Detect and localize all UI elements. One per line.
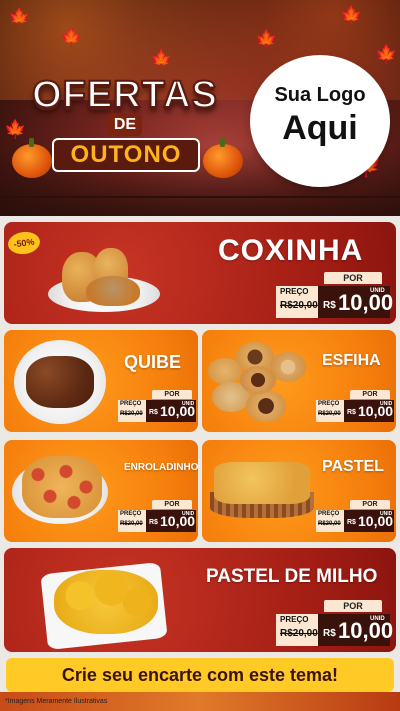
logo-text: Aqui [282,109,358,147]
esfiha-image [246,390,286,422]
currency-symbol: R$ [323,300,336,311]
pumpkin-icon [203,138,243,178]
currency-symbol: R$ [347,409,356,416]
enroladinho-image [22,456,102,518]
product-name: PASTEL DE MILHO [206,566,378,587]
price-tag: POR PREÇO R$20,00 R$ 10,00 UNID [316,390,394,424]
price-tag: POR PREÇO R$20,00 R$ 10,00 UNID [276,272,393,320]
maple-leaf-icon: 🍁 [8,7,31,27]
price-por-label: POR [350,500,390,509]
product-name: QUIBE [124,352,182,372]
product-card-enroladinho[interactable]: ENROLADINHO POR PREÇO R$20,00 R$ 10,00 U… [4,440,198,542]
esfiha-image [240,366,276,394]
product-card-esfiha[interactable]: ESFIHA POR PREÇO R$20,00 R$ 10,00 UNID [202,330,396,432]
price-tag: POR PREÇO R$20,00 R$ 10,00 UNID [276,600,393,648]
price-por-label: POR [324,272,382,284]
old-price: R$20,00 [120,411,143,417]
unit-label: UNID [370,288,385,294]
currency-symbol: R$ [149,519,158,526]
price-label: PREÇO [318,511,340,517]
maple-leaf-icon: 🍁 [340,5,363,25]
logo-text: Sua Logo [274,84,366,106]
currency-symbol: R$ [149,409,158,416]
price-tag: POR PREÇO R$20,00 R$ 10,00 UNID [118,390,196,424]
product-name: ENROLADINHO [124,462,198,473]
maple-leaf-icon: 🍁 [60,27,83,47]
price-tag: POR PREÇO R$20,00 R$ 10,00 UNID [316,500,394,534]
unit-label: UNID [182,401,195,407]
unit-label: UNID [380,401,393,407]
currency-symbol: R$ [323,628,336,639]
price-por-label: POR [152,390,192,399]
disclaimer-text: *Imagens Meramente Ilustrativas [5,698,108,705]
logo-placeholder: Sua Logo Aqui [253,58,387,184]
unit-label: UNID [182,511,195,517]
product-card-quibe[interactable]: QUIBE POR PREÇO R$20,00 R$ 10,00 UNID [4,330,198,432]
price-label: PREÇO [318,401,340,407]
unit-label: UNID [380,511,393,517]
price-por-label: POR [152,500,192,509]
old-price: R$20,00 [280,628,318,639]
price-label: PREÇO [280,615,309,624]
unit-label: UNID [370,616,385,622]
quibe-image [26,356,94,408]
product-name: PASTEL [322,458,384,475]
product-card-pastel-de-milho[interactable]: PASTEL DE MILHO POR PREÇO R$20,00 R$ 10,… [4,548,396,652]
price-tag: POR PREÇO R$20,00 R$ 10,00 UNID [118,500,196,534]
price-por-label: POR [324,600,382,612]
currency-symbol: R$ [347,519,356,526]
price-label: PREÇO [120,511,142,517]
maple-leaf-icon: 🍁 [255,29,278,49]
product-card-coxinha[interactable]: COXINHA POR PREÇO R$20,00 R$ 10,00 UNID [4,222,396,324]
product-name: COXINHA [218,234,364,267]
hero-title-connector: DE [108,114,142,136]
price-label: PREÇO [120,401,142,407]
footer: *Imagens Meramente Ilustrativas [0,692,400,711]
maple-leaf-icon: 🍁 [375,44,398,64]
price-por-label: POR [350,390,390,399]
old-price: R$20,00 [120,521,143,527]
hero-banner: 🍁 🍁 🍁 🍁 🍁 🍁 🍁 🍁 OFERTAS DE OUTONO Sua Lo… [0,0,400,216]
maple-leaf-icon: 🍁 [4,119,27,139]
product-card-pastel[interactable]: PASTEL POR PREÇO R$20,00 R$ 10,00 UNID [202,440,396,542]
old-price: R$20,00 [318,521,341,527]
cta-banner[interactable]: Crie seu encarte com este tema! [6,658,394,692]
hero-subtitle: OUTONO [52,138,200,172]
product-name: ESFIHA [322,352,381,369]
pastel-image [214,462,310,504]
pastel-de-milho-image [54,570,158,634]
maple-leaf-icon: 🍁 [150,49,173,69]
price-label: PREÇO [280,287,309,296]
pumpkin-icon [12,138,52,178]
coxinha-image [86,276,140,306]
hero-title: OFERTAS [31,73,218,117]
old-price: R$20,00 [280,300,318,311]
bridge-rail [0,196,400,198]
old-price: R$20,00 [318,411,341,417]
